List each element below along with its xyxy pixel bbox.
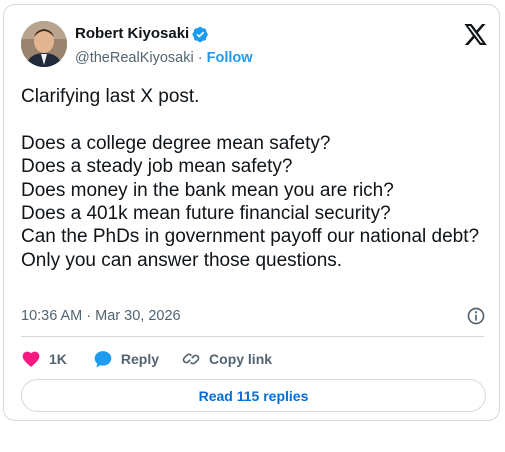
- reply-bubble-icon: [94, 351, 112, 368]
- reply-button[interactable]: Reply: [93, 349, 159, 369]
- info-icon[interactable]: [466, 306, 486, 326]
- follow-button[interactable]: Follow: [207, 50, 253, 66]
- x-logo-icon[interactable]: [464, 24, 487, 45]
- reply-label: Reply: [120, 351, 160, 367]
- copy-link-label: Copy link: [209, 351, 273, 367]
- author-name[interactable]: Robert Kiyosaki: [75, 25, 189, 43]
- tweet-text: Clarifying last X post. Does a college d…: [21, 86, 480, 271]
- handle-separator: ·: [197, 50, 203, 66]
- tweet-actions: 1K Reply Copy link: [21, 349, 272, 369]
- link-icon: [182, 353, 200, 365]
- heart-icon: [22, 351, 40, 367]
- author-handle-row: @theRealKiyosaki · Follow: [75, 49, 253, 67]
- like-button[interactable]: 1K: [21, 349, 67, 369]
- read-replies-button[interactable]: Read 115 replies: [21, 379, 486, 412]
- like-count: 1K: [49, 351, 67, 367]
- verified-badge-icon: [192, 26, 208, 42]
- tweet-timestamp[interactable]: 10:36 AM · Mar 30, 2026: [21, 307, 181, 325]
- author-name-row: Robert Kiyosaki: [75, 25, 209, 43]
- divider: [21, 336, 484, 337]
- copy-link-button[interactable]: Copy link: [181, 349, 272, 369]
- avatar-image: [21, 21, 67, 67]
- avatar[interactable]: [21, 21, 67, 67]
- tweet-embed-card: Robert Kiyosaki @theRealKiyosaki · Follo…: [3, 4, 500, 421]
- author-handle[interactable]: @theRealKiyosaki: [75, 50, 194, 66]
- read-replies-label: Read 115 replies: [198, 387, 309, 404]
